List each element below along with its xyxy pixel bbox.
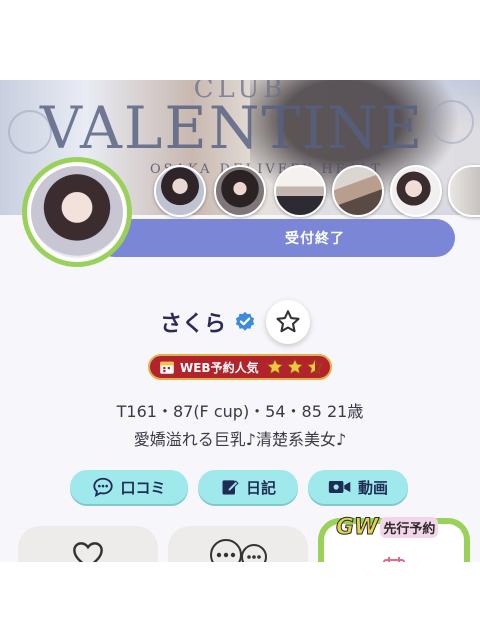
- reception-status-label: 受付終了: [285, 231, 345, 247]
- bottom-whitespace: [0, 562, 480, 640]
- photo-thumbnail[interactable]: [214, 165, 266, 217]
- photo-thumbnail[interactable]: [154, 165, 206, 217]
- reception-status-bar: 受付終了: [95, 219, 455, 257]
- star-outline-icon: [276, 310, 300, 333]
- photo-thumbnail[interactable]: [448, 165, 480, 217]
- video-button[interactable]: 動画: [308, 470, 408, 504]
- photo-thumbnail[interactable]: [332, 165, 384, 217]
- diary-button-label: 日記: [245, 478, 276, 497]
- star-full-icon: [286, 358, 304, 375]
- popularity-badge-label: WEB予約人気: [180, 360, 259, 375]
- avatar[interactable]: [22, 157, 132, 267]
- video-camera-icon: [328, 481, 351, 493]
- diary-button[interactable]: 日記: [198, 470, 298, 504]
- popularity-badge: WEB予約人気: [148, 354, 332, 380]
- video-button-label: 動画: [357, 478, 388, 497]
- gw-promo-subtitle: 先行予約: [380, 516, 439, 538]
- gw-promo-banner: GW 先行予約: [335, 512, 466, 542]
- star-full-icon: [266, 358, 284, 375]
- profile-catchphrase: 愛嬌溢れる巨乳♪清楚系美女♪: [133, 430, 347, 449]
- top-whitespace: [0, 0, 480, 80]
- avatar-image: [27, 162, 127, 262]
- photo-thumbnails: [152, 165, 480, 217]
- profile-name-row: さくら: [0, 300, 480, 344]
- chat-bubble-icon: [93, 477, 114, 497]
- calendar-icon: [160, 361, 174, 374]
- verified-badge-icon: [235, 311, 255, 331]
- review-button[interactable]: 口コミ: [70, 470, 188, 504]
- review-button-label: 口コミ: [120, 478, 166, 497]
- profile-name: さくら: [160, 312, 227, 337]
- gw-promo-title: GW: [335, 514, 379, 540]
- favorite-button[interactable]: [266, 300, 310, 344]
- edit-note-icon: [222, 480, 239, 495]
- popularity-stars: [265, 357, 325, 377]
- star-half-icon: [306, 358, 324, 375]
- profile-stats: T161・87(F cup)・54・85 21歳: [116, 402, 364, 421]
- photo-thumbnail[interactable]: [390, 165, 442, 217]
- photo-thumbnail[interactable]: [274, 165, 326, 217]
- banner-brand-text: VALENTINE: [40, 94, 425, 162]
